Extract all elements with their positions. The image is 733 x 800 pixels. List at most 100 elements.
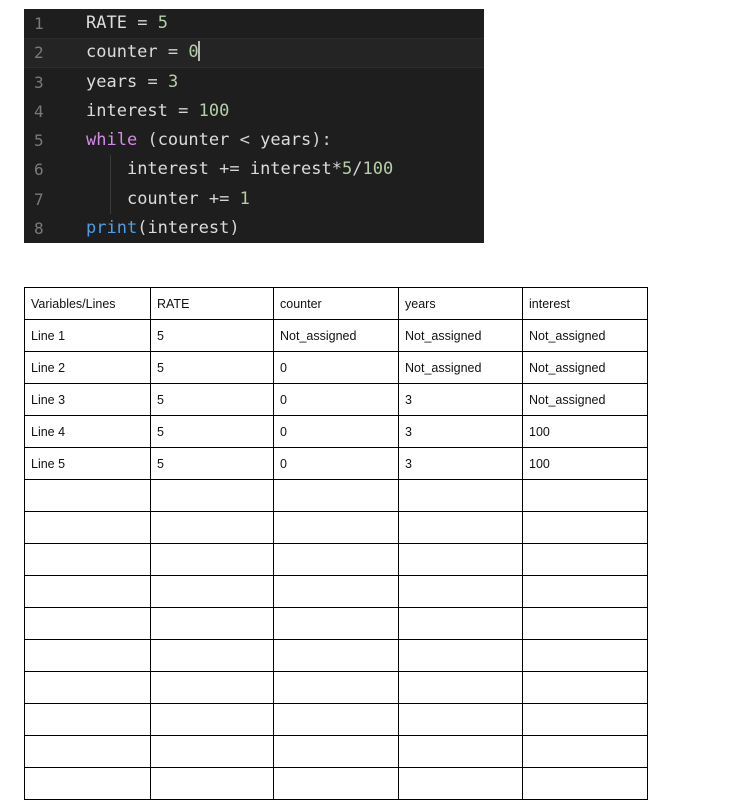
table-cell[interactable]: Not_assigned [522,383,648,416]
table-cell[interactable] [398,735,523,768]
table-cell[interactable] [398,639,523,672]
table-cell[interactable] [522,575,648,608]
table-cell[interactable] [273,767,399,800]
row-label-cell[interactable]: Line 5 [24,447,151,480]
table-cell[interactable] [522,703,648,736]
table-cell[interactable]: 5 [150,383,274,416]
table-cell[interactable] [150,767,274,800]
table-cell[interactable] [398,767,523,800]
table-cell[interactable] [150,543,274,576]
table-cell[interactable] [150,671,274,704]
row-label-cell[interactable] [24,671,151,704]
row-label-cell[interactable]: Line 3 [24,383,151,416]
table-cell[interactable] [273,735,399,768]
code-token-op [127,13,137,33]
code-token-op [137,130,147,150]
row-label-cell[interactable] [24,607,151,640]
column-header: years [398,287,523,320]
table-row [24,639,648,672]
table-row [24,543,648,576]
table-cell[interactable]: 5 [150,415,274,448]
table-cell[interactable]: 3 [398,415,523,448]
table-cell[interactable] [150,575,274,608]
table-cell[interactable]: 0 [273,447,399,480]
table-cell[interactable] [273,511,399,544]
table-cell[interactable]: Not_assigned [398,351,523,384]
row-label-cell[interactable] [24,575,151,608]
line-number: 3 [34,72,44,92]
table-cell[interactable] [150,735,274,768]
row-label-cell[interactable] [24,511,151,544]
table-cell[interactable] [522,671,648,704]
table-cell[interactable] [273,575,399,608]
row-label-cell[interactable]: Line 4 [24,415,151,448]
row-label-cell[interactable]: Line 1 [24,319,151,352]
table-cell[interactable] [522,511,648,544]
code-line[interactable]: 5 while (counter < years): [24,126,484,155]
table-cell[interactable]: 3 [398,383,523,416]
table-cell[interactable] [150,511,274,544]
table-cell[interactable] [398,479,523,512]
code-line[interactable]: 6 interest += interest*5/100 [24,155,484,185]
table-cell[interactable]: Not_assigned [398,319,523,352]
code-line[interactable]: 7 counter += 1 [24,184,484,214]
table-cell[interactable] [398,607,523,640]
row-label-cell[interactable] [24,543,151,576]
code-editor[interactable]: 1 RATE = 5 2 counter = 0 3 years = 3 4 interest… [24,9,484,243]
row-label-cell[interactable] [24,639,151,672]
table-cell[interactable] [150,607,274,640]
code-token-kw: while [86,130,138,150]
table-cell[interactable] [522,543,648,576]
row-label-cell[interactable] [24,703,151,736]
table-cell[interactable]: 0 [273,415,399,448]
table-cell[interactable] [522,767,648,800]
table-cell[interactable] [150,639,274,672]
table-cell[interactable] [398,703,523,736]
row-label-cell[interactable] [24,735,151,768]
table-cell[interactable]: 100 [522,415,648,448]
row-label-cell[interactable] [24,479,151,512]
table-cell[interactable]: Not_assigned [522,351,648,384]
code-token-fn: print [86,217,138,238]
code-token-id: years [260,130,312,150]
code-line[interactable]: 2 counter = 0 [24,38,484,68]
table-cell[interactable] [150,703,274,736]
table-cell[interactable]: 3 [398,447,523,480]
table-cell[interactable] [150,479,274,512]
table-cell[interactable] [398,511,523,544]
code-line-text: interest = 100 [86,97,484,126]
table-cell[interactable]: 5 [150,351,274,384]
row-label-cell[interactable]: Line 2 [24,351,151,384]
code-line[interactable]: 3 years = 3 [24,68,484,97]
code-line-text: RATE = 5 [86,9,484,38]
row-label-cell[interactable] [24,767,151,800]
code-line[interactable]: 4 interest = 100 [24,97,484,126]
table-cell[interactable]: Not_assigned [273,319,399,352]
code-token-punc: ( [137,217,148,238]
table-cell[interactable] [273,639,399,672]
table-cell[interactable]: 0 [273,351,399,384]
table-header: Variables/Lines RATE counter years interest [24,287,648,320]
table-cell[interactable] [522,639,648,672]
code-token-num: 5 [341,159,353,180]
code-token-op [147,13,157,33]
table-cell[interactable] [522,479,648,512]
table-cell[interactable]: 5 [150,319,274,352]
table-cell[interactable]: 100 [522,447,648,480]
table-cell[interactable]: Not_assigned [522,319,648,352]
table-cell[interactable] [273,671,399,704]
code-line[interactable]: 1 RATE = 5 [24,9,484,38]
table-cell[interactable] [273,703,399,736]
table-cell[interactable]: 5 [150,447,274,480]
table-cell[interactable] [522,607,648,640]
table-cell[interactable]: 0 [273,383,399,416]
table-cell[interactable] [398,671,523,704]
table-cell[interactable] [273,607,399,640]
table-cell[interactable] [273,543,399,576]
table-cell[interactable] [273,479,399,512]
table-cell[interactable] [398,543,523,576]
table-row: Line 4 5 0 3 100 [24,415,648,448]
table-cell[interactable] [522,735,648,768]
code-line[interactable]: 8 print(interest) [24,214,484,243]
table-cell[interactable] [398,575,523,608]
